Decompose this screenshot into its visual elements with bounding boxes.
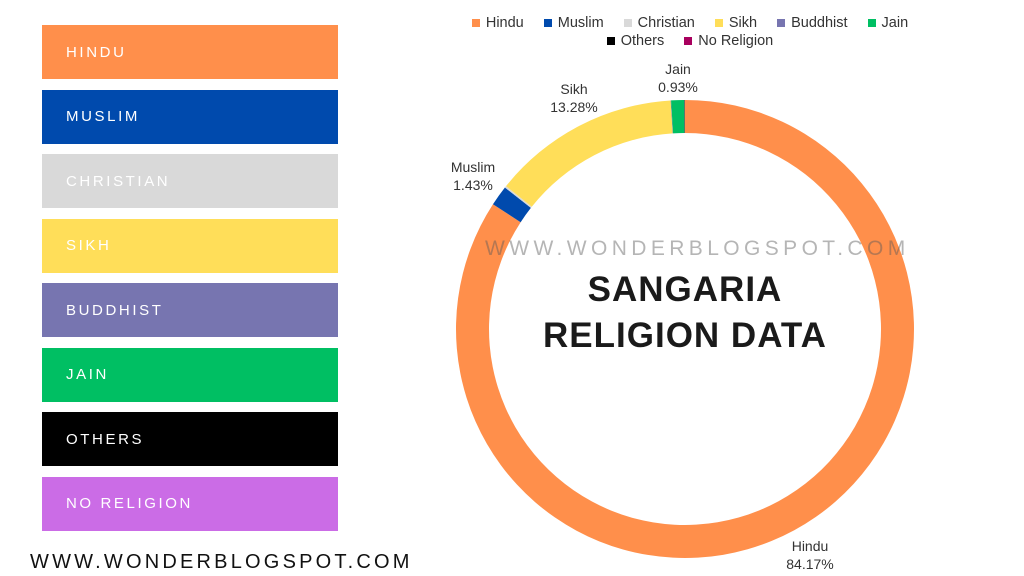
slice-label-name: Muslim	[451, 159, 495, 175]
chart-title: SANGARIA RELIGION DATA	[485, 267, 885, 359]
slice-label-name: Jain	[665, 61, 691, 77]
slice-sikh[interactable]	[506, 100, 673, 207]
watermark: WWW.WONDERBLOGSPOT.COM	[485, 237, 910, 260]
slice-label-value: 84.17%	[786, 556, 833, 572]
slice-jain[interactable]	[671, 100, 685, 134]
slice-label-value: 1.43%	[453, 177, 493, 193]
title-line-2: RELIGION DATA	[543, 316, 827, 355]
slice-label-value: 0.93%	[658, 79, 698, 95]
slice-label-name: Hindu	[792, 538, 829, 554]
title-line-1: SANGARIA	[587, 270, 783, 309]
slice-label-name: Sikh	[560, 81, 587, 97]
slice-label-value: 13.28%	[550, 99, 597, 115]
